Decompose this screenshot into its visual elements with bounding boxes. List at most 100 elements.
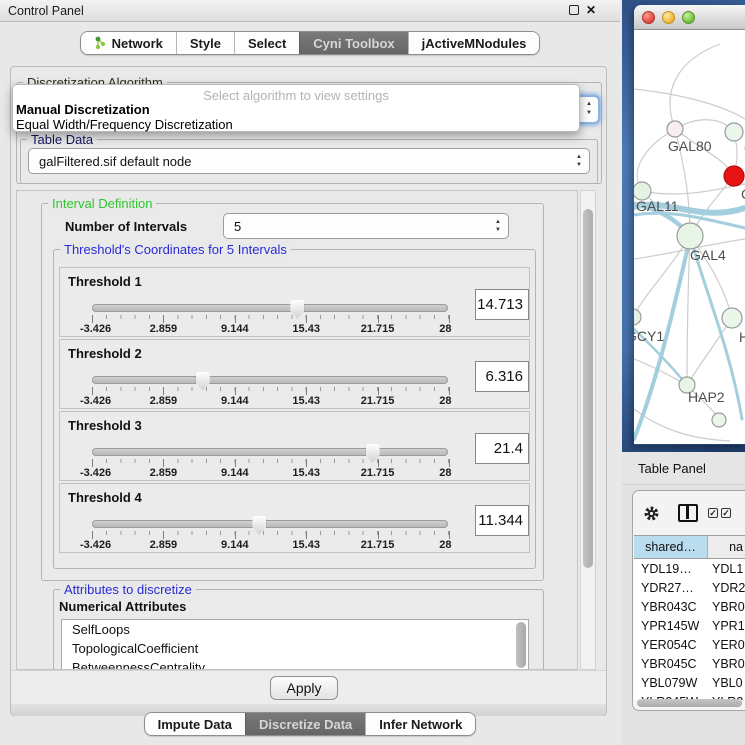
intervals-count-value: 5 [234, 219, 241, 234]
slider-ticks [92, 459, 449, 467]
settings-vertical-scrollbar[interactable] [580, 190, 596, 670]
table-row[interactable]: YDL19… YDL1 [634, 559, 745, 578]
table-row[interactable]: YBR045C YBR0 [634, 654, 745, 673]
algorithm-dropdown-popup: Select algorithm to view settings Manual… [12, 84, 580, 132]
float-window-icon[interactable] [569, 5, 579, 15]
node-table: shared… na YDL19… YDL1 YDR27… YDR2 YBR04… [634, 535, 745, 710]
panel-title: Control Panel [8, 4, 84, 18]
threshold-4-slider[interactable] [92, 520, 448, 528]
threshold-row-4: Threshold 4 -3.426 2.859 9.144 15.43 21.… [59, 483, 530, 553]
network-window-titlebar [634, 5, 745, 30]
threshold-row-3: Threshold 3 -3.426 2.859 9.144 15.43 21.… [59, 411, 530, 481]
node-gal80[interactable] [667, 121, 683, 137]
node-partial[interactable] [712, 413, 726, 427]
node-red-selected[interactable] [724, 166, 744, 186]
apply-strip: Apply [11, 670, 606, 704]
table-panel-titlebar: Table Panel [622, 452, 745, 485]
minimize-traffic-light[interactable] [662, 11, 675, 24]
threshold-row-2: Threshold 2 -3.426 2.859 9.144 15.43 21.… [59, 339, 530, 409]
table-body[interactable]: YDL19… YDL1 YDR27… YDR2 YBR043C YBR0 YPR… [634, 559, 745, 700]
zoom-traffic-light[interactable] [682, 11, 695, 24]
network-window: GAL80 GA C GAL11 GAL4 GCY1 H HAP2 [634, 5, 745, 445]
control-panel-titlebar: Control Panel ✕ [0, 0, 620, 22]
top-tab-bar: Network Style Select Cyni Toolbox jActiv… [0, 31, 620, 55]
network-graph: GAL80 GA C GAL11 GAL4 GCY1 H HAP2 [634, 30, 745, 444]
node-gcy1[interactable] [634, 309, 641, 325]
tab-cyni-toolbox[interactable]: Cyni Toolbox [299, 32, 407, 54]
numerical-attributes-list[interactable]: SelfLoops TopologicalCoefficient Between… [61, 619, 529, 670]
tab-impute-data[interactable]: Impute Data [145, 713, 245, 735]
table-row[interactable]: YPR145W YPR1 [634, 616, 745, 635]
threshold-3-value-field[interactable]: 21.4 [475, 433, 529, 464]
node-ga[interactable] [725, 123, 743, 141]
dropdown-option-equal-width[interactable]: Equal Width/Frequency Discretization [16, 117, 233, 132]
scrollbar-thumb[interactable] [637, 699, 742, 707]
table-row[interactable]: YER054C YER0 [634, 635, 745, 654]
bottom-tab-bar: Impute Data Discretize Data Infer Networ… [0, 712, 620, 736]
column-header-shared-name[interactable]: shared… [634, 536, 708, 558]
list-item[interactable]: BetweennessCentrality [62, 658, 528, 670]
number-of-intervals-spinner[interactable]: 5 ▲▼ [223, 213, 509, 239]
slider-tick-labels: -3.426 2.859 9.144 15.43 21.715 28 [92, 467, 449, 479]
tab-style[interactable]: Style [176, 32, 234, 54]
dropdown-hint: Select algorithm to view settings [13, 88, 579, 103]
network-canvas[interactable]: GAL80 GA C GAL11 GAL4 GCY1 H HAP2 [634, 30, 745, 444]
close-icon[interactable]: ✕ [586, 5, 596, 15]
slider-tick-labels: -3.426 2.859 9.144 15.43 21.715 28 [92, 323, 449, 335]
app-screen: Control Panel ✕ Network Style Select Cyn… [0, 0, 745, 745]
tab-jactivemnodules[interactable]: jActiveMNodules [408, 32, 540, 54]
table-toolbar: ✓ ✓ [633, 491, 745, 535]
tab-infer-network[interactable]: Infer Network [365, 713, 475, 735]
list-item[interactable]: TopologicalCoefficient [62, 639, 528, 658]
table-row[interactable]: YDR27… YDR2 [634, 578, 745, 597]
node-label: HAP2 [688, 389, 725, 405]
table-panel-card: ✓ ✓ shared… na YDL19… YDL1 YDR27… YDR2 Y… [632, 490, 745, 711]
threshold-2-slider[interactable] [92, 376, 448, 384]
table-data-value: galFiltered.sif default node [39, 154, 191, 169]
numerical-attributes-label: Numerical Attributes [59, 599, 186, 614]
table-data-combobox[interactable]: galFiltered.sif default node ▲▼ [28, 148, 590, 174]
threshold-1-slider[interactable] [92, 304, 448, 312]
table-data-title: Table Data [27, 132, 97, 147]
node-label: GCY1 [634, 328, 664, 344]
dropdown-option-manual[interactable]: Manual Discretization [16, 102, 150, 117]
tab-select[interactable]: Select [234, 32, 299, 54]
slider-ticks [92, 315, 449, 323]
threshold-2-label: Threshold 2 [68, 346, 142, 361]
checkbox-icon[interactable]: ✓ [721, 508, 731, 518]
interval-definition-title: Interval Definition [48, 196, 156, 211]
split-view-icon[interactable] [678, 504, 698, 522]
threshold-1-value-field[interactable]: 14.713 [475, 289, 529, 320]
table-row[interactable]: YBL079W YBL0 [634, 673, 745, 692]
list-item[interactable]: SelfLoops [62, 620, 528, 639]
slider-ticks [92, 531, 449, 539]
threshold-2-value-field[interactable]: 6.316 [475, 361, 529, 392]
apply-button[interactable]: Apply [270, 676, 338, 700]
scrollbar-thumb[interactable] [583, 209, 593, 568]
node-gal4[interactable] [677, 223, 703, 249]
node-label: H [739, 329, 745, 345]
node-label: GAL80 [668, 138, 712, 154]
attributes-list-scrollbar[interactable] [516, 622, 526, 668]
settings-scroll-area: Interval Definition Number of Intervals … [16, 190, 578, 670]
network-icon [94, 36, 107, 51]
checkbox-icon[interactable]: ✓ [708, 508, 718, 518]
threshold-4-value-field[interactable]: 11.344 [475, 505, 529, 536]
gear-icon[interactable] [643, 505, 660, 522]
column-checkboxes: ✓ ✓ [708, 508, 731, 518]
node-label: GAL4 [690, 247, 726, 263]
table-header-row: shared… na [634, 535, 745, 559]
combo-arrows-icon: ▲▼ [586, 100, 592, 118]
number-of-intervals-label: Number of Intervals [65, 219, 187, 234]
column-header-name[interactable]: na [708, 536, 745, 558]
tab-network[interactable]: Network [81, 32, 176, 54]
close-traffic-light[interactable] [642, 11, 655, 24]
tab-discretize-data[interactable]: Discretize Data [245, 713, 365, 735]
threshold-3-slider[interactable] [92, 448, 448, 456]
threshold-3-label: Threshold 3 [68, 418, 142, 433]
table-row[interactable]: YBR043C YBR0 [634, 597, 745, 616]
table-horizontal-scrollbar[interactable] [637, 699, 742, 707]
combo-arrows-icon: ▲▼ [576, 153, 582, 169]
node-h[interactable] [722, 308, 742, 328]
attributes-group-title: Attributes to discretize [60, 582, 196, 597]
